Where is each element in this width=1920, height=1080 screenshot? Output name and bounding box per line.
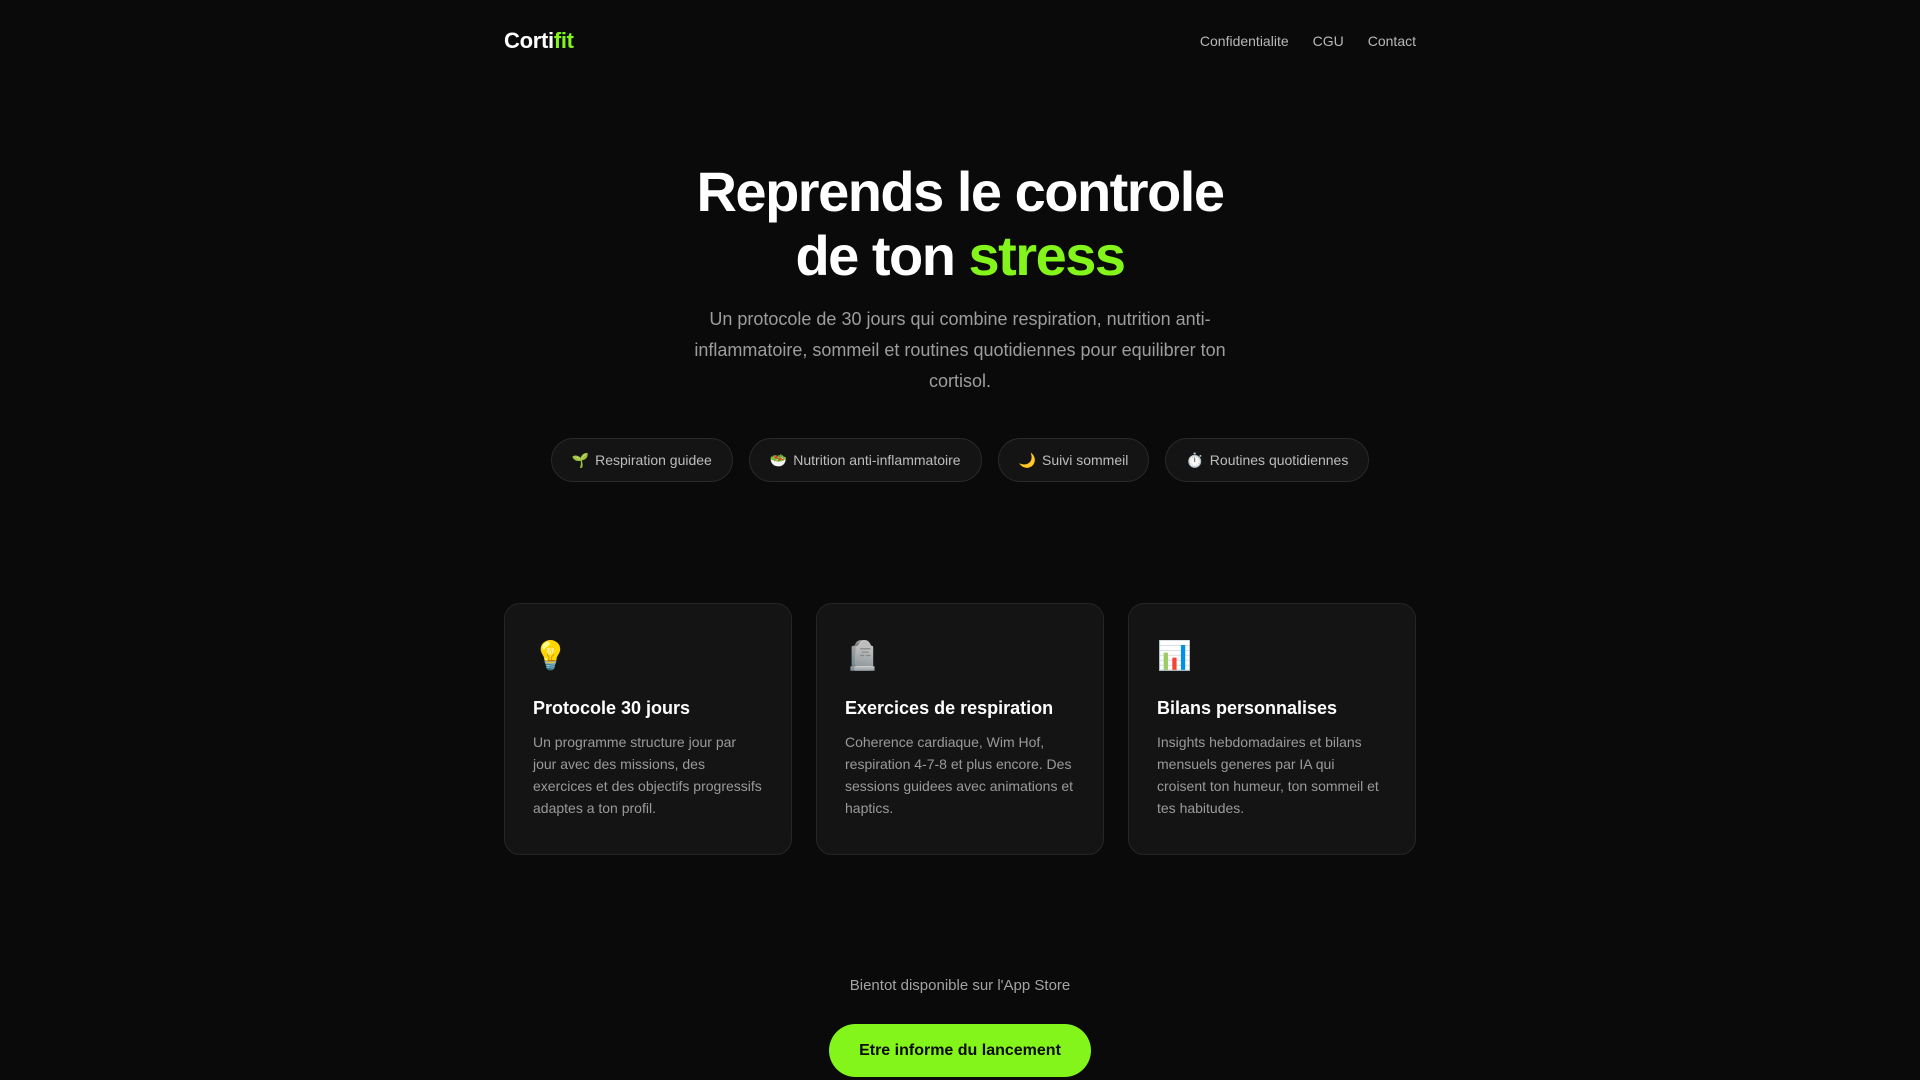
- hero-title-prefix: de ton: [795, 224, 969, 287]
- nav-link-confidentialite[interactable]: Confidentialite: [1200, 33, 1289, 49]
- chip-label: Routines quotidiennes: [1209, 452, 1349, 468]
- feature-chips: 🌱 Respiration guidee 🥗 Nutrition anti-in…: [0, 438, 1920, 482]
- hero-subtitle: Un protocole de 30 jours qui combine res…: [694, 309, 1226, 391]
- chip-label: Nutrition anti-inflammatoire: [793, 452, 961, 468]
- top-nav: Cortifit Confidentialite CGU Contact: [504, 24, 1416, 58]
- card-title: Bilans personnalises: [1157, 698, 1338, 718]
- chip-label: Suivi sommeil: [1042, 452, 1129, 468]
- feature-cards: 💡 Protocole 30 jours Un programme struct…: [504, 603, 1416, 855]
- headstone-icon: 🪦: [845, 640, 880, 671]
- salad-icon: 🥗: [769, 451, 788, 468]
- chip-routines: ⏱️ Routines quotidiennes: [1165, 438, 1370, 482]
- chip-nutrition: 🥗 Nutrition anti-inflammatoire: [748, 438, 982, 482]
- card-respiration: 🪦 Exercices de respiration Coherence car…: [816, 603, 1104, 855]
- chip-respiration: 🌱 Respiration guidee: [550, 438, 733, 482]
- card-text: Un programme structure jour par jour ave…: [533, 734, 762, 816]
- card-text: Coherence cardiaque, Wim Hof, respiratio…: [845, 734, 1074, 816]
- seedling-icon: 🌱: [571, 451, 590, 468]
- hero-title-line1: Reprends le controle: [696, 160, 1225, 223]
- chip-label: Respiration guidee: [595, 452, 712, 468]
- moon-icon: 🌙: [1018, 451, 1036, 468]
- stopwatch-icon: ⏱️: [1186, 451, 1204, 468]
- card-protocole: 💡 Protocole 30 jours Un programme struct…: [504, 603, 792, 855]
- card-bilans: 📊 Bilans personnalises Insights hebdomad…: [1128, 603, 1416, 855]
- nav-link-cgu[interactable]: CGU: [1313, 33, 1344, 49]
- nav-link-contact[interactable]: Contact: [1368, 33, 1416, 49]
- logo-main: Corti: [504, 28, 554, 53]
- logo[interactable]: Cortifit: [504, 28, 574, 54]
- hero-title-line2: de ton stress: [0, 224, 1920, 288]
- card-title: Exercices de respiration: [845, 698, 1054, 718]
- card-text: Insights hebdomadaires et bilans mensuel…: [1157, 734, 1379, 816]
- logo-accent: fit: [553, 28, 574, 53]
- bar-chart-icon: 📊: [1157, 640, 1192, 671]
- card-title: Protocole 30 jours: [533, 698, 691, 718]
- nav-links: Confidentialite CGU Contact: [1200, 33, 1416, 49]
- hero-title-accent: stress: [968, 224, 1127, 287]
- landing-page: Cortifit Confidentialite CGU Contact Rep…: [0, 0, 1920, 1080]
- chip-sommeil: 🌙 Suivi sommeil: [997, 438, 1150, 482]
- cta-label: Bientot disponible sur l'App Store: [849, 977, 1071, 994]
- hero-title: Reprends le controle de ton stress: [0, 160, 1920, 288]
- notify-launch-button[interactable]: Etre informe du lancement: [829, 1024, 1091, 1077]
- lightbulb-icon: 💡: [533, 640, 568, 671]
